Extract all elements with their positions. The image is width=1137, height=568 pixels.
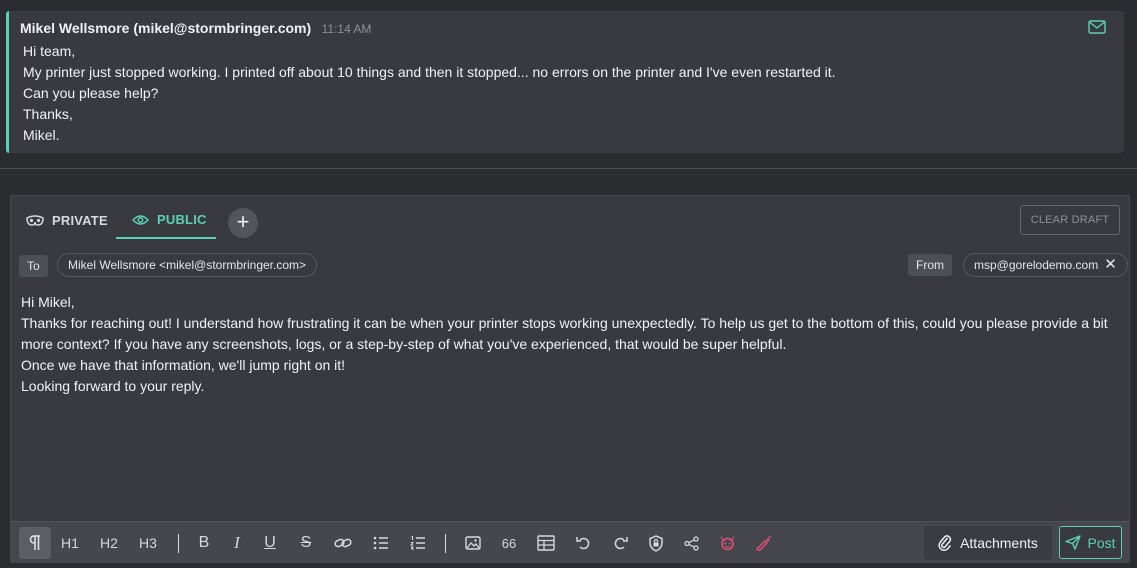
bold-button[interactable]: B <box>188 527 220 559</box>
numbered-list-icon <box>410 536 425 550</box>
mask-icon <box>26 214 44 226</box>
reply-editor[interactable]: Hi Mikel, Thanks for reaching out! I und… <box>21 292 1111 397</box>
to-label: To <box>19 255 48 277</box>
shield-lock-icon <box>649 534 663 552</box>
tab-public-label: PUBLIC <box>157 212 207 227</box>
attachments-label: Attachments <box>960 535 1038 551</box>
table-icon <box>537 535 555 551</box>
paragraph-button[interactable] <box>19 527 51 559</box>
post-button[interactable]: Post <box>1059 526 1122 559</box>
share-button[interactable] <box>675 527 707 559</box>
message-body: Hi team, My printer just stopped working… <box>23 41 836 146</box>
message-line: Thanks, <box>23 106 73 122</box>
message-line: Can you please help? <box>23 85 159 101</box>
italic-button[interactable]: I <box>221 527 253 559</box>
bullet-list-button[interactable] <box>365 527 397 559</box>
security-button[interactable] <box>640 527 672 559</box>
reply-line: Thanks for reaching out! I understand ho… <box>21 315 1108 352</box>
reply-line: Hi Mikel, <box>21 294 75 310</box>
message-card: Mikel Wellsmore (mikel@stormbringer.com)… <box>6 11 1124 153</box>
toolbar-separator <box>445 534 446 553</box>
blockquote-button[interactable]: 66 <box>493 527 525 559</box>
redo-icon <box>614 537 628 550</box>
message-line: Hi team, <box>23 43 76 59</box>
ai-bot-icon <box>720 536 734 551</box>
undo-icon <box>576 537 590 550</box>
ai-assistant-button[interactable] <box>711 527 743 559</box>
numbered-list-button[interactable] <box>402 527 434 559</box>
message-author: Mikel Wellsmore (mikel@stormbringer.com) <box>20 20 312 36</box>
link-button[interactable] <box>327 527 359 559</box>
magic-pen-icon <box>755 536 771 551</box>
from-sender-chip[interactable]: msp@gorelodemo.com ✕ <box>963 253 1128 277</box>
tab-private-label: PRIVATE <box>52 213 108 228</box>
tab-public[interactable]: PUBLIC <box>116 202 216 239</box>
bullet-list-icon <box>373 536 388 550</box>
heading-1-button[interactable]: H1 <box>54 527 86 559</box>
to-recipient-chip[interactable]: Mikel Wellsmore <mikel@stormbringer.com> <box>57 253 318 277</box>
paperclip-icon <box>938 535 952 552</box>
share-icon <box>683 535 699 551</box>
toolbar-separator <box>178 534 179 553</box>
heading-3-button[interactable]: H3 <box>132 527 164 559</box>
divider <box>0 168 1137 169</box>
strikethrough-button[interactable]: S <box>290 527 322 559</box>
from-sender-address: msp@gorelodemo.com <box>974 258 1099 272</box>
message-line: My printer just stopped working. I print… <box>23 64 836 80</box>
message-time: 11:14 AM <box>321 22 372 36</box>
tab-private[interactable]: PRIVATE <box>26 202 108 239</box>
ai-rewrite-button[interactable] <box>747 527 779 559</box>
from-label: From <box>908 254 952 276</box>
reply-line: Looking forward to your reply. <box>21 378 205 394</box>
reply-line: Once we have that information, we'll jum… <box>21 357 346 373</box>
link-icon <box>334 538 352 548</box>
undo-button[interactable] <box>568 527 600 559</box>
clear-draft-button[interactable]: CLEAR DRAFT <box>1020 205 1120 235</box>
pilcrow-icon <box>29 535 40 550</box>
message-header: Mikel Wellsmore (mikel@stormbringer.com)… <box>20 20 371 38</box>
insert-table-button[interactable] <box>530 527 562 559</box>
close-icon[interactable]: ✕ <box>1104 254 1117 276</box>
underline-button[interactable]: U <box>254 527 286 559</box>
editor-toolbar: H1 H2 H3 B I U S 66 Attachments Post <box>11 521 1129 563</box>
heading-2-button[interactable]: H2 <box>93 527 125 559</box>
mail-icon[interactable] <box>1088 20 1106 34</box>
add-tab-button[interactable]: + <box>228 208 258 238</box>
redo-button[interactable] <box>604 527 636 559</box>
insert-image-button[interactable] <box>457 527 489 559</box>
post-label: Post <box>1087 534 1116 551</box>
message-line: Mikel. <box>23 127 60 143</box>
reply-composer: PRIVATE PUBLIC + CLEAR DRAFT To Mikel We… <box>10 195 1130 563</box>
send-icon <box>1065 535 1082 550</box>
eye-icon <box>132 214 149 225</box>
image-icon <box>465 536 481 550</box>
attachments-button[interactable]: Attachments <box>924 526 1052 560</box>
